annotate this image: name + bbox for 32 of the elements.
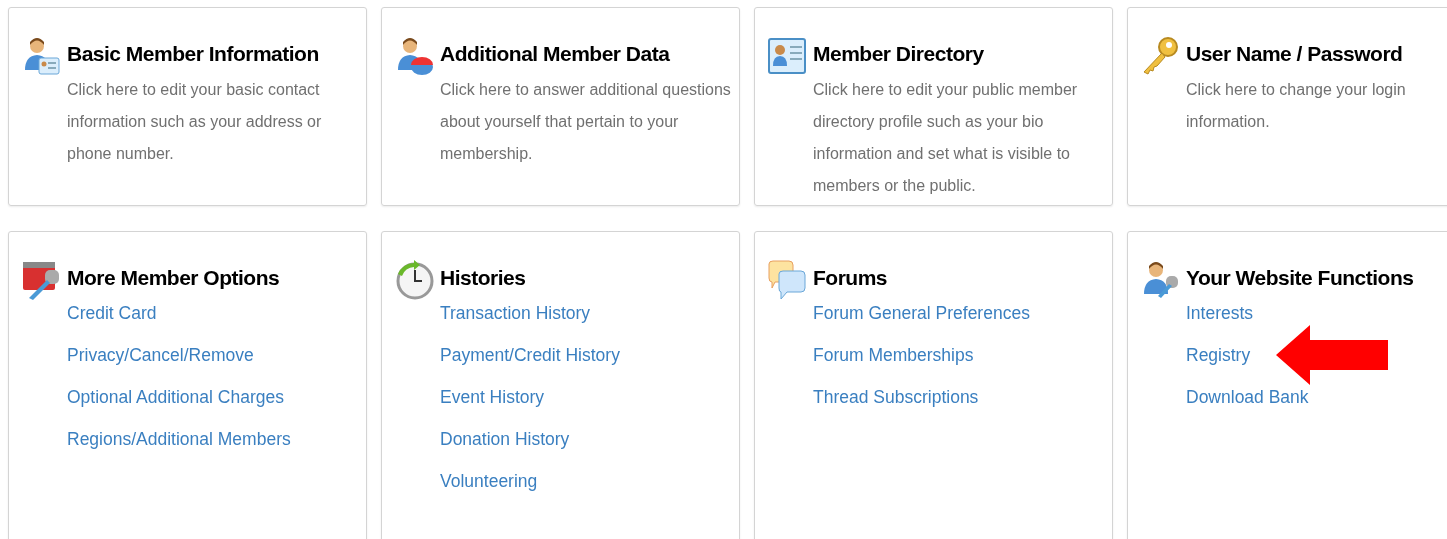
card-wrench-icon [21, 260, 61, 300]
panel-link[interactable]: Donation History [440, 428, 570, 450]
panel-title: Your Website Functions [1186, 266, 1414, 290]
panel-title: Basic Member Information [67, 42, 320, 66]
panel-title: Histories [440, 266, 527, 290]
panel-link[interactable]: Transaction History [440, 302, 591, 324]
panel-description[interactable]: Click here to answer additional questions about yourself that pertain to your membership. [440, 74, 731, 170]
panel-link[interactable]: Event History [440, 386, 545, 408]
panel-link[interactable]: Credit Card [67, 302, 157, 324]
panel-title: Forums [813, 266, 888, 290]
panel-link[interactable]: Registry [1186, 344, 1251, 366]
panel-link[interactable]: Privacy/Cancel/Remove [67, 344, 254, 366]
panel-link[interactable]: Forum General Preferences [813, 302, 1030, 324]
panel-description[interactable]: Click here to edit your public member directory profile such as your bio information and set what is visible to members or the public. [813, 74, 1104, 202]
panel-link[interactable]: Interests [1186, 302, 1254, 324]
panel-title: More Member Options [67, 266, 281, 290]
panel-link[interactable]: Volunteering [440, 470, 538, 492]
panel-title: Additional Member Data [440, 42, 671, 66]
panel-title: Member Directory [813, 42, 985, 66]
directory-card-icon [767, 36, 807, 76]
chat-bubbles-icon [767, 260, 807, 300]
panel-description[interactable]: Click here to edit your basic contact information such as your address or phone number. [67, 74, 358, 170]
panel-description[interactable]: Click here to change your login information. [1186, 74, 1447, 138]
panel-link[interactable]: Thread Subscriptions [813, 386, 979, 408]
panel-link[interactable]: Optional Additional Charges [67, 386, 284, 408]
panel-title: User Name / Password [1186, 42, 1404, 66]
panel-link[interactable]: Regions/Additional Members [67, 428, 291, 450]
clock-icon [394, 260, 434, 300]
arrow-icon [1276, 325, 1388, 385]
panel-link[interactable]: Download Bank [1186, 386, 1309, 408]
panel-link[interactable]: Payment/Credit History [440, 344, 620, 366]
panel-link[interactable]: Forum Memberships [813, 344, 974, 366]
